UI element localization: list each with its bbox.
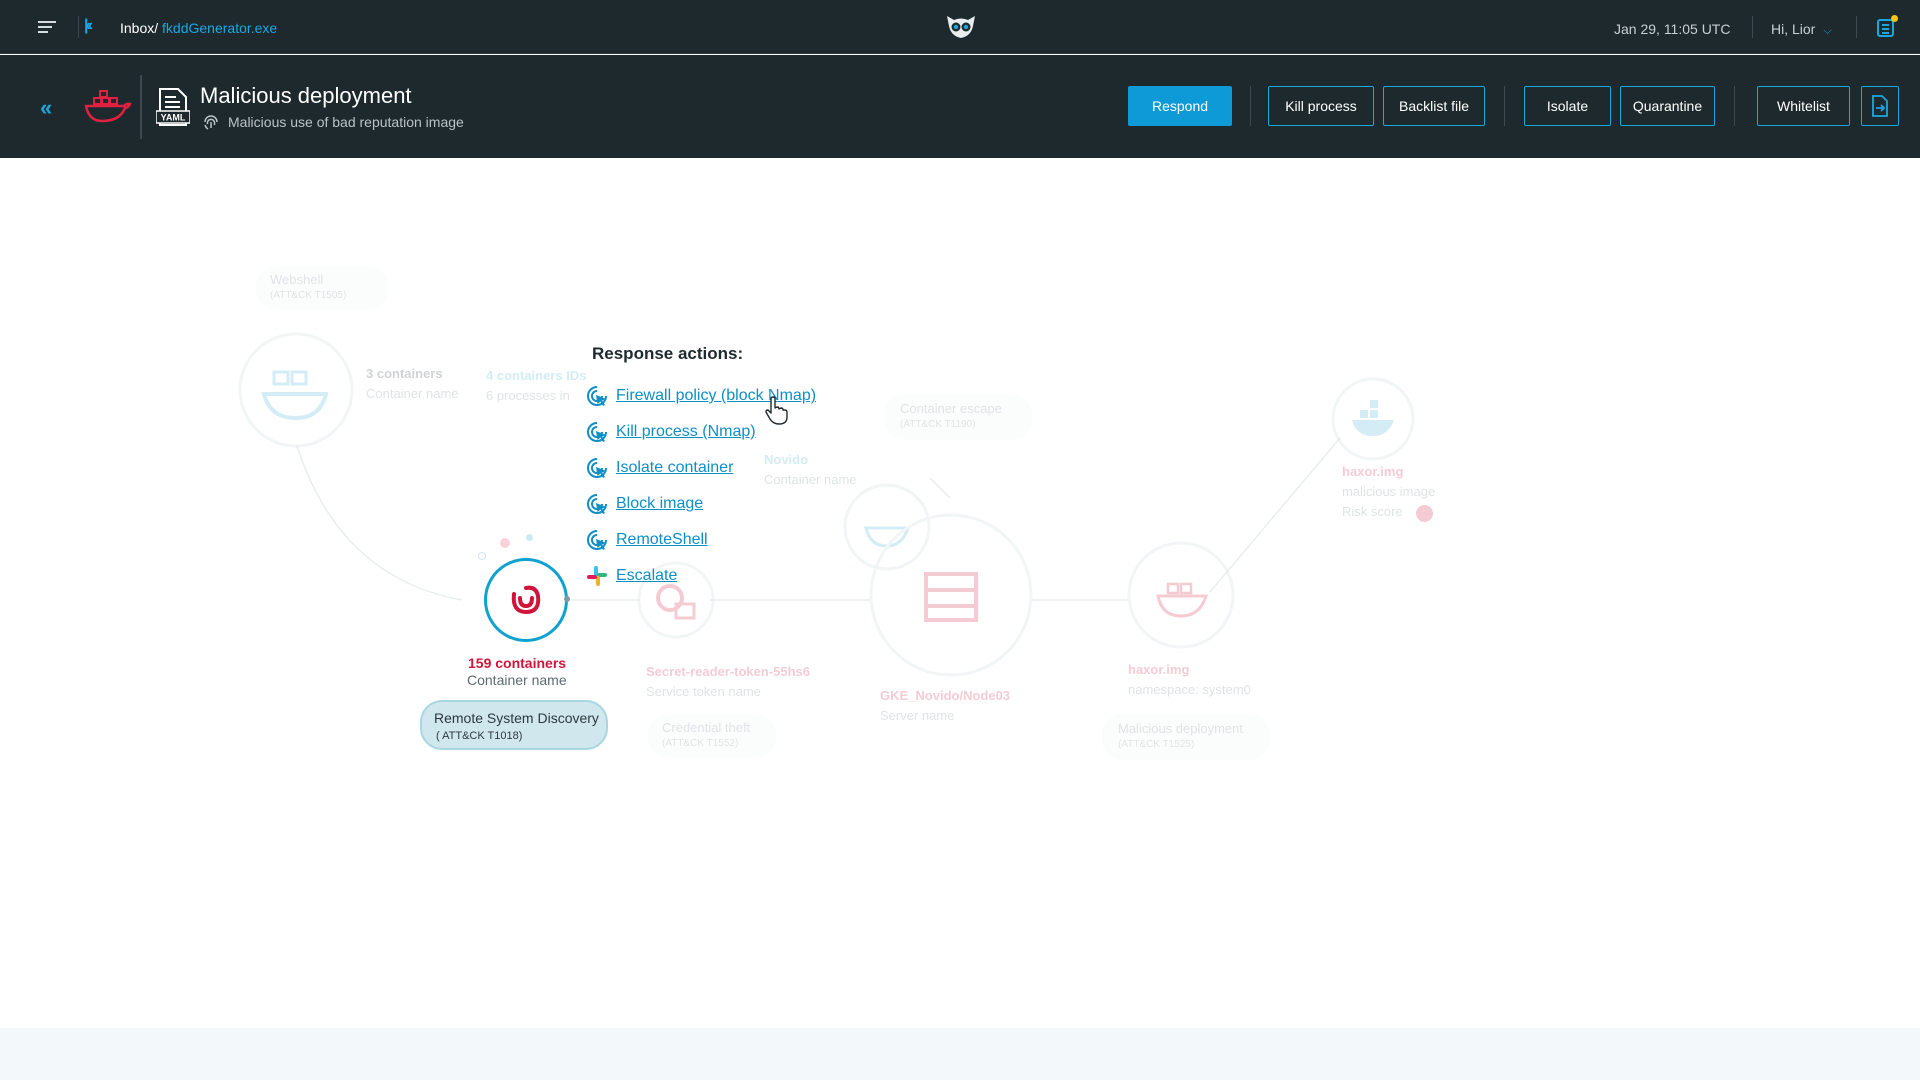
technique-name: Remote System Discovery: [434, 710, 599, 726]
top-bar: |‹‹ Inbox/ fkddGenerator.exe Jan 29, 11:…: [0, 0, 1920, 54]
response-action-label: Isolate container: [616, 459, 734, 476]
decor-dot: [500, 538, 510, 548]
whitelist-button[interactable]: Whitelist: [1757, 86, 1850, 126]
collapse-panel-icon[interactable]: «: [40, 95, 52, 121]
ghost-label: (ATT&CK T1525): [1118, 739, 1195, 750]
divider: [1856, 16, 1857, 38]
ghost-container-node: [238, 332, 354, 448]
response-action-label: Escalate: [616, 567, 678, 584]
quarantine-button[interactable]: Quarantine: [1620, 86, 1715, 126]
response-action-label: Kill process (Nmap): [616, 423, 756, 440]
blacklist-file-button[interactable]: Backlist file: [1383, 86, 1485, 126]
isolate-button[interactable]: Isolate: [1524, 86, 1611, 126]
technique-id: ( ATT&CK T1018): [436, 730, 523, 742]
ghost-label: Container name: [366, 386, 459, 401]
ghost-image-node: [1127, 541, 1235, 649]
notifications-icon[interactable]: [1877, 15, 1898, 37]
response-action-block-image[interactable]: Block image: [586, 492, 703, 516]
cursor-click-icon: [587, 422, 607, 442]
ghost-label: Malicious deployment: [1118, 721, 1244, 736]
ghost-label: haxor.img: [1342, 464, 1404, 479]
yaml-file-icon[interactable]: YAML: [156, 87, 190, 127]
cursor-click-icon: [587, 386, 607, 406]
decor-dot: [478, 552, 486, 560]
alert-title: Malicious deployment: [200, 83, 412, 108]
alert-header: « YAML Malicious deployment Malicious us…: [0, 55, 1920, 158]
cursor-click-icon: [587, 494, 607, 514]
breadcrumb-current[interactable]: fkddGenerator.exe: [162, 20, 277, 36]
response-action-label: Block image: [616, 495, 704, 512]
ghost-label: namespace: system0: [1128, 682, 1251, 697]
export-button[interactable]: [1861, 86, 1899, 126]
divider: [1504, 86, 1505, 126]
technique-pill[interactable]: Remote System Discovery ( ATT&CK T1018): [420, 700, 608, 750]
ghost-label: GKE_Novido/Node03: [880, 688, 1011, 703]
cursor-click-icon: [587, 458, 607, 478]
ghost-label: (ATT&CK T1505): [270, 290, 347, 301]
ghost-label: Novido: [764, 452, 809, 467]
ghost-label: Container escape: [900, 401, 1002, 416]
main-node-count: 159 containers: [468, 655, 567, 671]
ghost-label: 3 containers: [366, 366, 443, 381]
fingerprint-icon: [204, 115, 218, 130]
divider: [140, 75, 142, 139]
divider: [1734, 86, 1735, 126]
owl-logo-icon: [947, 16, 975, 38]
decor-dot: [526, 534, 533, 541]
ghost-docker-node: [1331, 377, 1415, 461]
response-actions-title: Response actions:: [592, 344, 744, 363]
ghost-label: haxor.img: [1128, 662, 1190, 677]
breadcrumb: Inbox/ fkddGenerator.exe: [120, 20, 277, 36]
response-action-kill-process[interactable]: Kill process (Nmap): [586, 420, 756, 444]
breadcrumb-root[interactable]: Inbox/: [120, 20, 158, 36]
ghost-label: 6 processes in: [486, 388, 570, 403]
response-action-escalate[interactable]: Escalate: [586, 564, 677, 588]
user-greeting: Hi, Lior: [1771, 21, 1816, 37]
main-container-node[interactable]: [484, 558, 568, 642]
footer-band: [0, 1028, 1920, 1080]
kill-process-button[interactable]: Kill process: [1268, 86, 1374, 126]
risk-score-badge: [1416, 505, 1433, 522]
chevron-down-icon: ⌵: [1823, 25, 1832, 37]
ghost-label: malicious image: [1342, 484, 1436, 499]
docker-icon: [84, 90, 132, 123]
yaml-label: YAML: [161, 113, 186, 123]
slack-icon: [587, 566, 607, 586]
user-menu[interactable]: Hi, Lior ⌵: [1771, 21, 1832, 38]
ghost-label: Service token name: [646, 684, 761, 699]
collapse-back-icon[interactable]: |‹‹: [84, 17, 93, 35]
ghost-label: (ATT&CK T1552): [662, 738, 739, 749]
divider: [78, 16, 79, 38]
alert-subtitle: Malicious use of bad reputation image: [202, 113, 464, 131]
respond-button[interactable]: Respond: [1128, 86, 1232, 126]
ghost-label: 4 containers IDs: [486, 368, 587, 383]
ghost-label: Server name: [880, 708, 955, 723]
ghost-server-node: [869, 513, 1033, 677]
ghost-label: Risk score: [1342, 504, 1403, 519]
ghost-label: (ATT&CK T1190): [900, 419, 976, 430]
ghost-label: Webshell: [270, 272, 324, 287]
datetime: Jan 29, 11:05 UTC: [1614, 21, 1731, 37]
menu-icon[interactable]: [38, 21, 56, 35]
divider: [1250, 86, 1251, 126]
divider: [1752, 16, 1753, 38]
notification-dot: [1891, 15, 1898, 22]
export-file-icon: [1872, 95, 1888, 117]
ghost-label: Credential theft: [662, 720, 751, 735]
ghost-label: Secret-reader-token-55hs6: [646, 664, 811, 679]
response-action-remoteshell[interactable]: RemoteShell: [586, 528, 708, 552]
response-action-isolate-container[interactable]: Isolate container: [586, 456, 733, 480]
nmap-swirl-icon: [511, 585, 541, 615]
cursor-click-icon: [587, 530, 607, 550]
response-action-label: RemoteShell: [616, 531, 708, 548]
hand-pointer-icon: [765, 396, 788, 425]
alert-subtitle-text: Malicious use of bad reputation image: [228, 114, 464, 130]
edge-port: [564, 596, 570, 602]
main-node-name: Container name: [467, 672, 567, 688]
